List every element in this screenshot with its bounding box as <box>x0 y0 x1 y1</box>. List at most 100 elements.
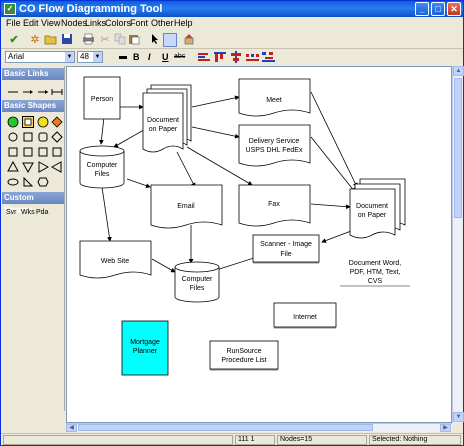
select-box-icon[interactable] <box>163 33 177 47</box>
align-top-icon[interactable] <box>213 51 227 66</box>
triangle-down-shape-icon[interactable] <box>22 161 34 174</box>
distribute-icon[interactable] <box>245 51 259 66</box>
vertical-scrollbar[interactable]: ▲ ▼ <box>452 66 464 423</box>
circle-shape-icon[interactable] <box>7 131 19 143</box>
node-person[interactable]: Person <box>83 76 121 120</box>
diamond-filled-shape-icon[interactable] <box>51 116 63 128</box>
save-disk-icon[interactable] <box>60 33 74 47</box>
menu-font[interactable]: Font <box>130 18 148 28</box>
link-doc1-meet[interactable] <box>191 95 240 108</box>
close-button[interactable]: ✕ <box>447 2 461 16</box>
align-left-icon[interactable] <box>197 51 211 66</box>
node-doc2-line1: Document <box>356 203 388 210</box>
node-fax[interactable]: Fax <box>238 184 311 227</box>
link-doc1-email[interactable] <box>176 151 196 188</box>
font-size-select[interactable]: 48 ▼ <box>77 51 103 63</box>
maximize-button[interactable]: □ <box>431 2 445 16</box>
triangle-left-shape-icon[interactable] <box>50 161 63 173</box>
scroll-up-arrow-icon[interactable]: ▲ <box>453 66 464 76</box>
square-alt-shape-icon[interactable] <box>22 146 34 158</box>
node-docformats-line2: PDF, HTM, Text, <box>350 269 401 276</box>
right-triangle-shape-icon[interactable] <box>22 176 34 188</box>
link-person-files1[interactable] <box>99 116 105 145</box>
node-web-site[interactable]: Web Site <box>79 240 152 279</box>
square-shape-icon[interactable] <box>22 131 34 143</box>
node-document-on-paper-1[interactable]: Document on Paper <box>142 84 192 153</box>
node-meet[interactable]: Meet <box>238 78 311 117</box>
node-mortgage-planner[interactable]: Mortgage Planner <box>121 320 169 376</box>
ellipse-filled-shape-icon[interactable] <box>7 116 19 128</box>
menu-view[interactable]: View <box>41 18 60 28</box>
link-doc1-delivery[interactable] <box>191 126 240 139</box>
menu-edit[interactable]: Edit <box>23 18 39 28</box>
triangle-right-shape-icon[interactable] <box>37 161 50 173</box>
underline-button[interactable]: U <box>162 51 169 63</box>
vertical-scroll-thumb[interactable] <box>454 78 462 218</box>
bold-button[interactable]: B <box>133 51 140 63</box>
diagram-canvas[interactable]: Person Document on Paper Meet Delivery S… <box>66 66 452 423</box>
scroll-left-arrow-icon[interactable]: ◀ <box>66 424 77 432</box>
menu-colors[interactable]: Colors <box>105 18 131 28</box>
link-tool-icon[interactable] <box>182 33 196 47</box>
cut-icon[interactable]: ✂ <box>98 33 112 47</box>
diamond-shape-icon[interactable] <box>51 131 63 143</box>
oval-shape-icon[interactable] <box>7 176 19 188</box>
strikeout-button[interactable]: abc <box>174 51 185 63</box>
link-files1-email[interactable] <box>126 178 151 188</box>
horizontal-scrollbar[interactable]: ◀ ▶ <box>66 423 452 432</box>
bidirectional-link-icon[interactable] <box>51 86 63 98</box>
link-website-files2[interactable] <box>151 258 176 273</box>
link-files1-website[interactable] <box>101 186 112 242</box>
custom-shape-pda[interactable]: Pda <box>36 209 48 216</box>
square-plain-shape-icon[interactable] <box>51 146 63 158</box>
title-bar[interactable]: ✓ CO Flow Diagramming Tool _ □ ✕ <box>1 1 463 17</box>
triangle-up-shape-icon[interactable] <box>7 160 19 173</box>
node-internet[interactable]: Internet <box>273 302 337 329</box>
node-delivery-service[interactable]: Delivery Service USPS DHL FedEx <box>238 124 311 167</box>
node-runsource-procedure-list[interactable]: RunSource Procedure List <box>209 340 279 371</box>
chevron-down-icon[interactable]: ▼ <box>65 52 74 62</box>
scroll-down-arrow-icon[interactable]: ▼ <box>453 412 464 422</box>
settings-star-icon[interactable]: ✲ <box>28 33 42 47</box>
node-document-formats[interactable]: Document Word, PDF, HTM, Text, CVS <box>340 260 410 287</box>
custom-shape-svr[interactable]: Svr <box>6 209 17 216</box>
link-delivery-doc2[interactable] <box>310 136 356 193</box>
minimize-button[interactable]: _ <box>415 2 429 16</box>
paste-icon[interactable] <box>127 33 141 47</box>
square-outline-shape-icon[interactable] <box>37 146 49 158</box>
checkmark-icon[interactable]: ✔ <box>7 33 21 47</box>
straight-link-icon[interactable] <box>7 86 19 98</box>
line-weight-icon[interactable] <box>119 56 127 59</box>
link-fax-doc2[interactable] <box>310 203 351 210</box>
open-folder-icon[interactable] <box>44 33 58 47</box>
arrow-link-icon[interactable] <box>22 86 34 98</box>
rounded-square-shape-icon[interactable] <box>37 131 49 143</box>
font-name-select[interactable]: Arial ▼ <box>5 51 75 63</box>
circle-filled-shape-icon[interactable] <box>37 116 49 128</box>
print-icon[interactable] <box>81 33 95 47</box>
menu-other[interactable]: Other <box>151 18 174 28</box>
menu-file[interactable]: File <box>6 18 21 28</box>
node-computer-files-2[interactable]: Computer Files <box>174 261 220 303</box>
rectangle-filled-shape-icon[interactable] <box>22 116 34 128</box>
node-document-on-paper-2[interactable]: Document on Paper <box>349 178 406 239</box>
horizontal-scroll-thumb[interactable] <box>78 424 373 431</box>
copy-icon[interactable] <box>113 33 127 47</box>
double-arrow-link-icon[interactable] <box>37 86 49 98</box>
node-scanner-image-file[interactable]: Scanner - Image File <box>252 234 320 264</box>
italic-button[interactable]: I <box>148 51 151 63</box>
menu-links[interactable]: Links <box>85 18 106 28</box>
spacing-icon[interactable] <box>261 51 277 66</box>
chevron-down-icon[interactable]: ▼ <box>93 52 102 62</box>
menu-help[interactable]: Help <box>174 18 193 28</box>
menu-nodes[interactable]: Nodes <box>61 18 87 28</box>
link-meet-doc2[interactable] <box>310 91 358 188</box>
hexagon-shape-icon[interactable] <box>37 176 49 188</box>
align-center-icon[interactable] <box>229 51 243 66</box>
pointer-icon[interactable] <box>148 33 162 47</box>
node-email[interactable]: Email <box>150 184 223 229</box>
scroll-right-arrow-icon[interactable]: ▶ <box>440 424 451 432</box>
small-square-shape-icon[interactable] <box>7 146 19 158</box>
node-computer-files-1[interactable]: Computer Files <box>79 145 125 189</box>
custom-shape-wks[interactable]: Wks <box>21 209 35 216</box>
